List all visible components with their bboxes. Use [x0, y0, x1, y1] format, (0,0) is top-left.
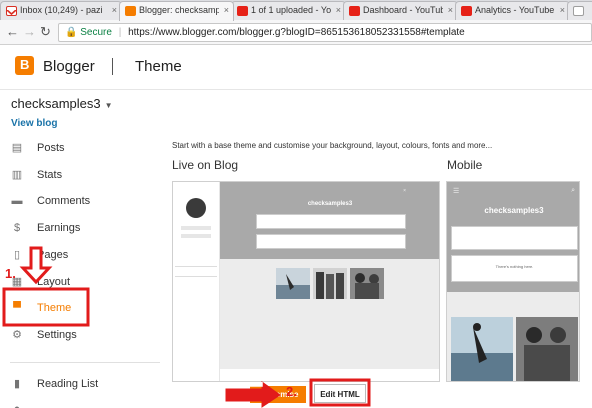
- annotation-arrow-down: [19, 246, 53, 285]
- tab-title: Blogger: checksamp: [139, 5, 219, 15]
- annotation-step-1: 1.: [5, 266, 16, 281]
- annotation-arrow-right-inner: [250, 382, 263, 387]
- annotation-box-theme: [2, 287, 90, 327]
- annotation-box-edit-html: [309, 378, 371, 407]
- annotation-overlay: [2, 246, 371, 408]
- blogger-icon: [125, 6, 136, 16]
- close-icon[interactable]: ×: [224, 2, 229, 19]
- annotation-step-2: 2.: [286, 384, 297, 399]
- browser-tab-blogger[interactable]: Blogger: checksamp ×: [119, 1, 234, 21]
